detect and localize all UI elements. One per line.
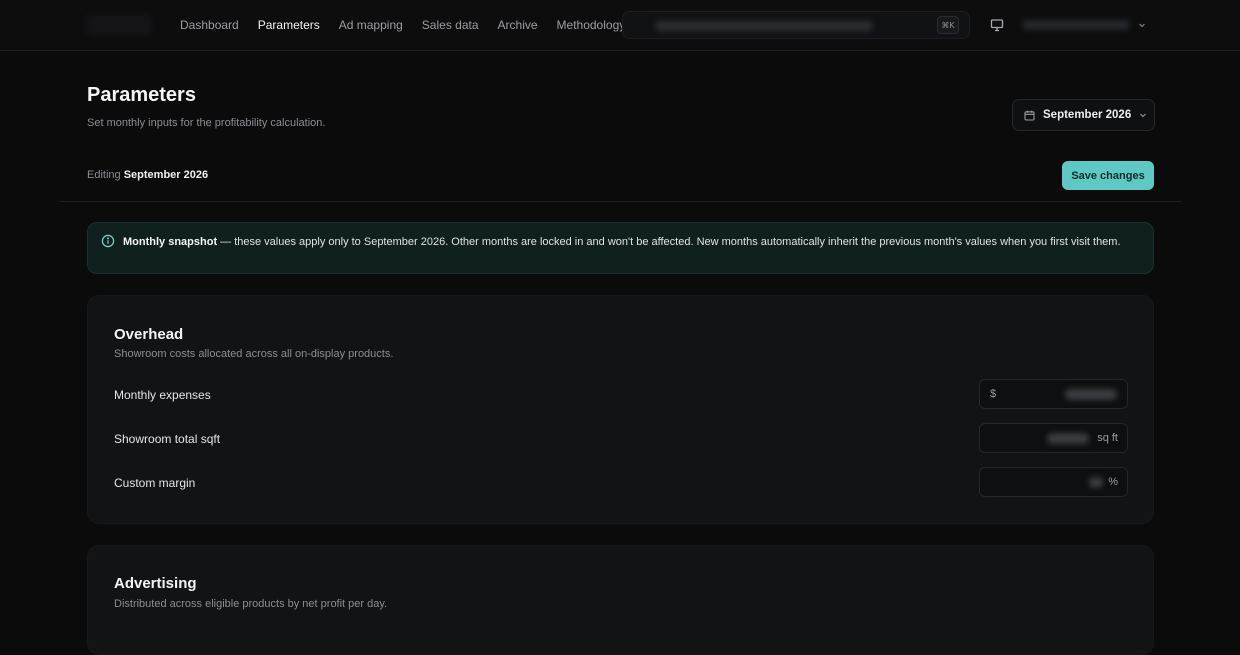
advertising-description: Distributed across eligible products by … [114, 598, 388, 610]
overhead-title: Overhead [114, 326, 184, 343]
custom-margin-label: Custom margin [114, 476, 196, 490]
sqft-suffix: sq ft [1097, 432, 1118, 444]
monitor-icon[interactable] [990, 18, 1004, 32]
nav-methodology[interactable]: Methodology [557, 18, 626, 32]
nav-parameters[interactable]: Parameters [258, 18, 320, 32]
month-picker[interactable]: September 2026 [1012, 99, 1155, 131]
showroom-sqft-value [1047, 433, 1089, 444]
nav-ad-mapping[interactable]: Ad mapping [339, 18, 403, 32]
advertising-title: Advertising [114, 575, 197, 592]
account-menu[interactable] [1022, 20, 1130, 30]
save-button[interactable]: Save changes [1062, 161, 1154, 190]
showroom-sqft-input[interactable]: sq ft [979, 423, 1128, 453]
custom-margin-input[interactable]: % [979, 467, 1128, 497]
nav-sales-data[interactable]: Sales data [422, 18, 479, 32]
main-nav: Dashboard Parameters Ad mapping Sales da… [180, 0, 625, 50]
overhead-description: Showroom costs allocated across all on-d… [114, 348, 394, 360]
monthly-expenses-label: Monthly expenses [114, 388, 211, 402]
page-subtitle: Set monthly inputs for the profitability… [87, 117, 326, 129]
advertising-card: Advertising Distributed across eligible … [87, 545, 1154, 655]
monthly-snapshot-notice: Monthly snapshot — these values apply on… [87, 222, 1154, 274]
top-bar: Dashboard Parameters Ad mapping Sales da… [0, 0, 1240, 51]
monthly-expenses-input[interactable]: $ [979, 379, 1128, 409]
notice-text: Monthly snapshot — these values apply on… [123, 234, 1123, 250]
currency-prefix: $ [990, 388, 997, 400]
search-placeholder [655, 21, 873, 31]
search-bar[interactable]: ⌘K [622, 11, 970, 39]
page-title: Parameters [87, 84, 196, 106]
month-picker-label: September 2026 [1043, 109, 1132, 121]
percent-suffix: % [1108, 476, 1118, 488]
custom-margin-value [1089, 477, 1103, 488]
divider [60, 201, 1182, 202]
calendar-icon [1024, 110, 1035, 121]
info-icon [101, 234, 115, 248]
editing-status: Editing September 2026 [87, 169, 208, 181]
overhead-card: Overhead Showroom costs allocated across… [87, 295, 1154, 524]
editing-month: September 2026 [123, 169, 209, 181]
nav-archive[interactable]: Archive [498, 18, 538, 32]
nav-dashboard[interactable]: Dashboard [180, 18, 239, 32]
search-shortcut-badge: ⌘K [937, 16, 959, 34]
notice-body: — these values apply only to September 2… [217, 236, 1121, 248]
editing-prefix: Editing [87, 169, 121, 181]
notice-title: Monthly snapshot [123, 236, 218, 248]
app-logo[interactable] [86, 14, 152, 36]
monthly-expenses-value [1065, 389, 1117, 400]
chevron-down-icon[interactable] [1138, 21, 1146, 29]
chevron-down-icon [1140, 113, 1147, 118]
showroom-sqft-label: Showroom total sqft [114, 432, 221, 446]
